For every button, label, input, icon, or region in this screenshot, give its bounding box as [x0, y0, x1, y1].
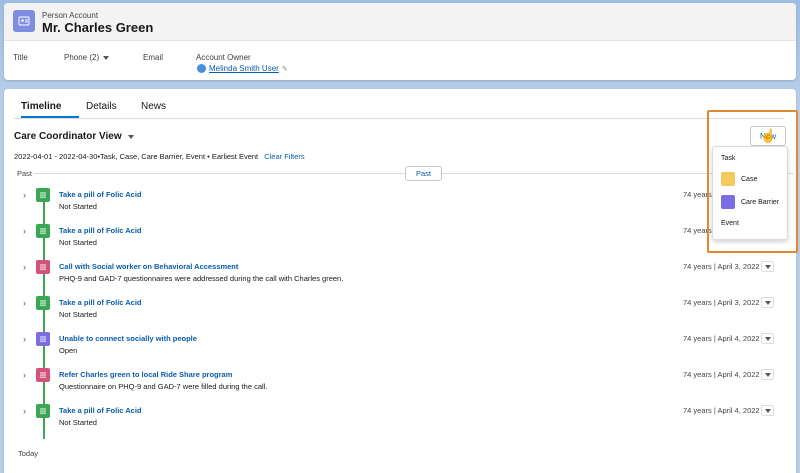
row-actions-button[interactable]: [761, 333, 774, 344]
tab-details[interactable]: Details: [86, 101, 117, 112]
person-account-icon: [13, 10, 35, 32]
chevron-down-icon: [764, 408, 771, 413]
timeline-item-subtitle: Not Started: [59, 310, 97, 319]
task-icon: [36, 296, 50, 310]
email-field-label: Email: [143, 53, 164, 62]
timeline-item-date: 74 years | April 4, 2022: [683, 334, 760, 343]
owner-name-link[interactable]: Melinda Smith User: [209, 64, 279, 73]
timeline-item: › Take a pill of Folic Acid Not Started 74 …: [4, 223, 794, 253]
timeline-item-title[interactable]: Refer Charles green to local Ride Share …: [59, 370, 232, 379]
timeline-item-date: 74 years | April 4, 2022: [683, 406, 760, 415]
chevron-down-icon: [764, 336, 771, 341]
phone-field-label: Phone (2): [64, 53, 100, 62]
event-icon: [36, 260, 50, 274]
timeline-item-subtitle: Open: [59, 346, 78, 355]
chevron-right-icon[interactable]: ›: [23, 226, 26, 236]
timeline-item-date: 74 years | April 4, 2022: [683, 370, 760, 379]
timeline-item-title[interactable]: Take a pill of Folic Acid: [59, 226, 142, 235]
event-icon: [36, 368, 50, 382]
care-barrier-icon: [36, 332, 50, 346]
timeline-item: › Take a pill of Folic Acid Not Started 74 …: [4, 295, 794, 325]
chevron-down-icon: [764, 300, 771, 305]
record-title: Mr. Charles Green: [42, 20, 154, 35]
chevron-down-icon: [764, 264, 771, 269]
timeline-card: Timeline Details News Care Coordinator V…: [4, 89, 796, 473]
active-tab-indicator: [21, 116, 79, 118]
chevron-right-icon[interactable]: ›: [23, 190, 26, 200]
owner-field-value[interactable]: Melinda Smith User ✎: [197, 64, 288, 73]
view-title: Care Coordinator View: [14, 131, 122, 142]
chevron-down-icon: [127, 134, 134, 139]
timeline-item: › Refer Charles green to local Ride Share…: [4, 367, 794, 397]
task-icon: [36, 188, 50, 202]
tab-timeline[interactable]: Timeline: [21, 101, 61, 112]
filter-text: 2022-04-01 - 2022-04-30•Task, Case, Care…: [14, 152, 259, 161]
tab-news[interactable]: News: [141, 101, 166, 112]
past-section-label: Past: [17, 169, 33, 178]
timeline-item-title[interactable]: Take a pill of Folic Acid: [59, 298, 142, 307]
record-object-type: Person Account: [42, 11, 99, 20]
chevron-right-icon[interactable]: ›: [23, 262, 26, 272]
timeline-item: › Take a pill of Folic Acid Not Started 74 …: [4, 403, 794, 433]
row-actions-button[interactable]: [761, 297, 774, 308]
timeline-item-date: 74 years | April 3, 2022: [683, 262, 760, 271]
timeline-item-subtitle: Questionnaire on PHQ-9 and GAD-7 were fi…: [59, 382, 268, 391]
chevron-right-icon[interactable]: ›: [23, 370, 26, 380]
timeline-item-title[interactable]: Unable to connect socially with people: [59, 334, 197, 343]
hand-cursor-icon: ☝: [760, 128, 777, 143]
past-pill[interactable]: Past: [405, 166, 442, 181]
timeline-item-subtitle: Not Started: [59, 418, 97, 427]
record-header-top: Person Account Mr. Charles Green: [4, 3, 796, 41]
task-icon: [36, 404, 50, 418]
timeline-item-subtitle: Not Started: [59, 202, 97, 211]
task-icon: [36, 224, 50, 238]
chevron-right-icon[interactable]: ›: [23, 334, 26, 344]
timeline-item: › Take a pill of Folic Acid Not Started 74 …: [4, 187, 794, 217]
highlight-annotation: [707, 110, 798, 253]
timeline-item-subtitle: Not Started: [59, 238, 97, 247]
timeline-item-title[interactable]: Take a pill of Folic Acid: [59, 406, 142, 415]
timeline-item-title[interactable]: Call with Social worker on Behavioral Ac…: [59, 262, 238, 271]
view-selector[interactable]: Care Coordinator View: [14, 131, 134, 142]
chevron-right-icon[interactable]: ›: [23, 406, 26, 416]
tab-bar: Timeline Details News: [14, 89, 784, 119]
user-avatar-icon: [197, 64, 206, 73]
filter-summary: 2022-04-01 - 2022-04-30•Task, Case, Care…: [14, 152, 305, 161]
timeline-item: › Unable to connect socially with people O…: [4, 331, 794, 361]
chevron-down-icon: [103, 55, 110, 60]
phone-field-dropdown[interactable]: Phone (2): [64, 53, 110, 62]
chevron-right-icon[interactable]: ›: [23, 298, 26, 308]
row-actions-button[interactable]: [761, 369, 774, 380]
change-owner-icon[interactable]: ✎: [282, 65, 288, 73]
clear-filters-link[interactable]: Clear Filters: [264, 152, 304, 161]
title-field-label: Title: [13, 53, 28, 62]
chevron-down-icon: [764, 372, 771, 377]
timeline-item-date: 74 years | April 3, 2022: [683, 298, 760, 307]
row-actions-button[interactable]: [761, 261, 774, 272]
today-section-label: Today: [18, 449, 39, 458]
timeline-item-subtitle: PHQ-9 and GAD-7 questionnaires were addr…: [59, 274, 344, 283]
owner-field-label: Account Owner: [196, 53, 251, 62]
row-actions-button[interactable]: [761, 405, 774, 416]
timeline-item: › Call with Social worker on Behavioral A…: [4, 259, 794, 289]
timeline-item-title[interactable]: Take a pill of Folic Acid: [59, 190, 142, 199]
record-header: Person Account Mr. Charles Green Title P…: [4, 3, 796, 80]
